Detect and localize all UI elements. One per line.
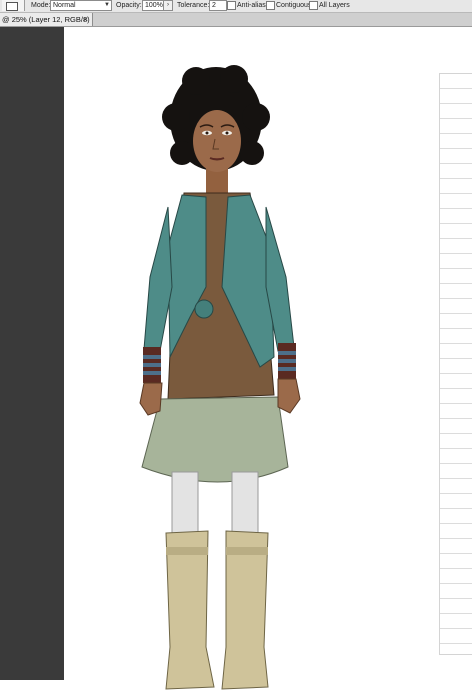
- opacity-slider-toggle[interactable]: ›: [163, 0, 173, 11]
- tolerance-label: Tolerance:: [177, 2, 210, 9]
- document-tab-strip: @ 25% (Layer 12, RGB/8) ×: [0, 13, 472, 27]
- all-layers-checkbox[interactable]: [309, 1, 318, 10]
- skirt: [141, 396, 289, 483]
- face: [193, 110, 241, 172]
- opacity-input[interactable]: 100%: [142, 0, 164, 11]
- contiguous-checkbox[interactable]: [266, 1, 275, 10]
- reference-grid-sheet: [439, 73, 472, 655]
- options-bar: Mode: Normal ▼ Opacity: 100% › Tolerance…: [0, 0, 472, 13]
- contiguous-label: Contiguous: [276, 2, 312, 9]
- mode-dropdown[interactable]: Normal ▼: [50, 0, 112, 11]
- opacity-value: 100%: [145, 2, 163, 9]
- tool-preset-picker[interactable]: [2, 0, 25, 11]
- anti-alias-label: Anti-alias: [237, 2, 266, 9]
- boots: [165, 530, 269, 690]
- anti-alias-checkbox[interactable]: [227, 1, 236, 10]
- chevron-down-icon: ▼: [104, 2, 110, 8]
- canvas-area[interactable]: [0, 27, 472, 690]
- right-hand: [277, 378, 301, 414]
- tolerance-input[interactable]: 2: [209, 0, 227, 11]
- tool-preset-icon: [6, 2, 18, 11]
- all-layers-label: All Layers: [319, 2, 350, 9]
- close-icon[interactable]: ×: [83, 13, 88, 26]
- document-tab[interactable]: @ 25% (Layer 12, RGB/8) ×: [0, 13, 93, 26]
- chevron-right-icon: ›: [167, 2, 169, 8]
- mode-value: Normal: [53, 2, 76, 9]
- tolerance-value: 2: [212, 2, 216, 9]
- document-tab-title: @ 25% (Layer 12, RGB/8): [2, 15, 90, 24]
- character-illustration: [139, 65, 301, 690]
- mode-label: Mode:: [31, 2, 51, 9]
- pasteboard: [0, 27, 64, 680]
- opacity-label: Opacity:: [116, 2, 142, 9]
- left-hand: [139, 382, 163, 416]
